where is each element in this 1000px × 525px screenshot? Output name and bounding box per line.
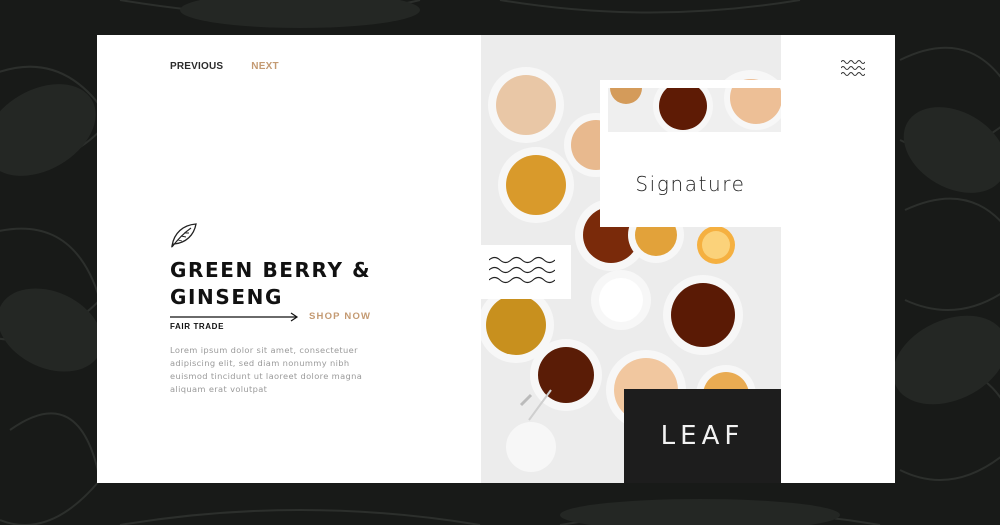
- leaf-brand-label: LEAF: [660, 421, 745, 451]
- product-description: Lorem ipsum dolor sit amet, consectetuer…: [170, 345, 363, 394]
- product-title-line1: GREEN BERRY &: [170, 258, 372, 282]
- previous-link[interactable]: PREVIOUS: [170, 61, 223, 72]
- product-title-line2: GINSENG: [170, 285, 284, 309]
- product-meta: FAIR TRADE SHOP NOW: [170, 311, 370, 333]
- leaf-icon: [171, 223, 197, 248]
- fair-trade-tag: FAIR TRADE: [170, 322, 224, 331]
- menu-waves-icon[interactable]: [841, 59, 865, 77]
- signature-label: Signature: [635, 172, 746, 196]
- signature-photo-strip: [608, 88, 781, 132]
- product-card: PREVIOUS NEXT GREEN BERRY & GINSENG FAIR…: [97, 35, 895, 483]
- waves-icon: [489, 256, 555, 284]
- slide-nav: PREVIOUS NEXT: [170, 61, 279, 72]
- next-link[interactable]: NEXT: [251, 61, 278, 72]
- product-title: GREEN BERRY & GINSENG: [170, 257, 390, 311]
- leaf-brand-panel: LEAF: [624, 389, 781, 483]
- shop-now-button[interactable]: SHOP NOW: [309, 311, 371, 322]
- signature-panel: Signature: [600, 80, 781, 227]
- waves-panel: [481, 245, 571, 299]
